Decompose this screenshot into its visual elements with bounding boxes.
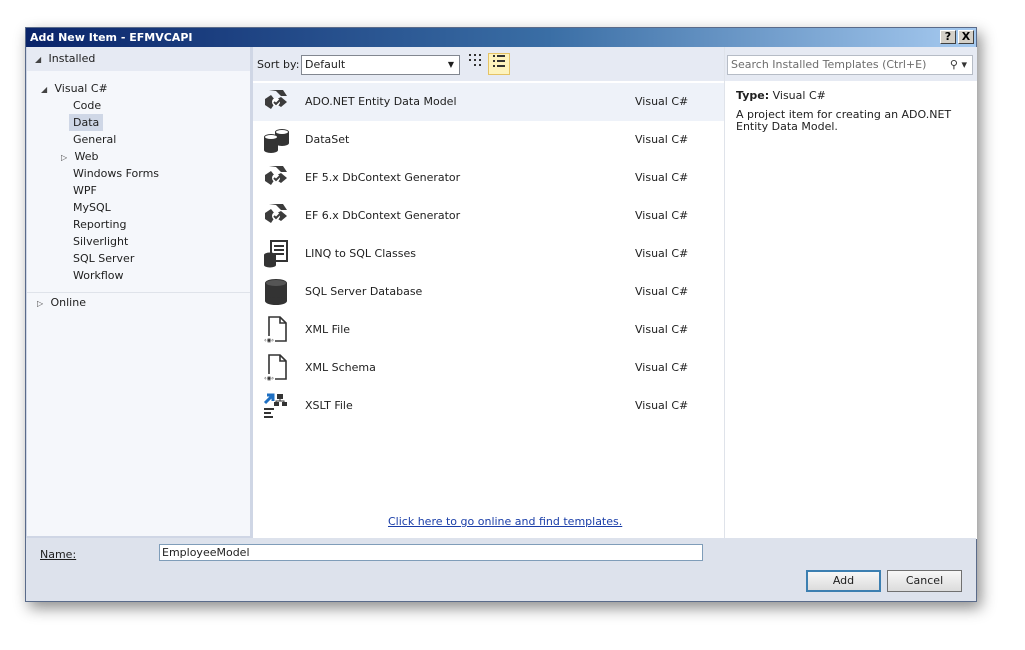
xml-schema-icon: ‹◉› bbox=[263, 354, 287, 382]
template-item-xml-file[interactable]: ‹◉› XML File Visual C# bbox=[253, 311, 724, 349]
template-name: SQL Server Database bbox=[305, 285, 423, 298]
template-language: Visual C# bbox=[635, 133, 689, 146]
search-input[interactable]: Search Installed Templates (Ctrl+E) ⚲ ▾ bbox=[727, 55, 973, 75]
svg-text:‹◉›: ‹◉› bbox=[264, 375, 274, 382]
sort-by-dropdown[interactable]: Default ▼ bbox=[301, 55, 460, 75]
template-name: EF 6.x DbContext Generator bbox=[305, 209, 461, 222]
template-language: Visual C# bbox=[635, 285, 689, 298]
tree-item-visual-csharp[interactable]: ◢ Visual C# bbox=[41, 80, 108, 97]
template-name: EF 5.x DbContext Generator bbox=[305, 171, 461, 184]
template-item-xslt-file[interactable]: XSLT File Visual C# bbox=[253, 387, 724, 425]
tree-item-web[interactable]: ▷ Web bbox=[61, 148, 98, 165]
template-item-sql-server-database[interactable]: SQL Server Database Visual C# bbox=[253, 273, 724, 311]
template-name: XML Schema bbox=[305, 361, 376, 374]
tree-item-reporting[interactable]: Reporting bbox=[73, 216, 126, 233]
template-language: Visual C# bbox=[635, 399, 689, 412]
tree-item-sql-server[interactable]: SQL Server bbox=[73, 250, 134, 267]
tree-item-wpf[interactable]: WPF bbox=[73, 182, 97, 199]
svg-text:‹◉›: ‹◉› bbox=[264, 337, 274, 344]
templates-list-pane: Sort by: Default ▼ ADO.NET Entity Data M… bbox=[253, 47, 724, 539]
grid-view-icon bbox=[469, 54, 481, 66]
tree-item-code[interactable]: Code bbox=[73, 97, 101, 114]
tree-item-windows-forms[interactable]: Windows Forms bbox=[73, 165, 159, 182]
dataset-icon bbox=[264, 129, 289, 153]
template-name: XML File bbox=[305, 323, 351, 336]
xml-file-icon: ‹◉› bbox=[263, 316, 287, 344]
tree-item-label: Visual C# bbox=[54, 82, 108, 95]
installed-header[interactable]: ◢ Installed bbox=[27, 47, 250, 71]
tree-item-label: Online bbox=[50, 296, 86, 309]
chevron-down-icon: ▼ bbox=[447, 60, 454, 69]
add-new-item-dialog: Add New Item - EFMVCAPI ? X ◢ Installed … bbox=[25, 27, 977, 602]
expand-triangle-icon[interactable]: ▷ bbox=[37, 295, 47, 312]
name-field[interactable]: EmployeeModel bbox=[159, 544, 703, 561]
template-item-ef5-dbcontext-generator[interactable]: EF 5.x DbContext Generator Visual C# bbox=[253, 159, 724, 197]
online-templates-link[interactable]: Click here to go online and find templat… bbox=[388, 515, 622, 528]
collapse-triangle-icon: ◢ bbox=[41, 85, 48, 94]
template-name: XSLT File bbox=[305, 399, 353, 412]
templates-toolbar: Sort by: Default ▼ bbox=[253, 47, 724, 81]
tree-item-workflow[interactable]: Workflow bbox=[73, 267, 124, 284]
sort-by-value: Default bbox=[305, 58, 346, 71]
tree-item-silverlight[interactable]: Silverlight bbox=[73, 233, 128, 250]
type-label: Type: bbox=[736, 89, 770, 102]
xslt-file-icon bbox=[263, 393, 287, 418]
template-categories-pane: ◢ Installed ◢ Visual C# Code Data Genera… bbox=[27, 47, 250, 536]
list-view-icon bbox=[493, 55, 505, 67]
template-name: LINQ to SQL Classes bbox=[305, 247, 416, 260]
add-button[interactable]: Add bbox=[806, 570, 881, 592]
divider bbox=[27, 292, 250, 293]
template-item-ef6-dbcontext-generator[interactable]: EF 6.x DbContext Generator Visual C# bbox=[253, 197, 724, 235]
small-icons-view-button[interactable] bbox=[464, 53, 486, 75]
footer-bar: Name: EmployeeModel Add Cancel bbox=[26, 538, 976, 601]
tree-item-data[interactable]: Data bbox=[69, 114, 104, 131]
template-description: A project item for creating an ADO.NET E… bbox=[736, 108, 952, 133]
template-language: Visual C# bbox=[635, 323, 689, 336]
template-details-pane: Search Installed Templates (Ctrl+E) ⚲ ▾ … bbox=[724, 47, 977, 539]
template-language: Visual C# bbox=[635, 171, 689, 184]
window-title: Add New Item - EFMVCAPI bbox=[30, 31, 193, 44]
cancel-button[interactable]: Cancel bbox=[887, 570, 962, 592]
template-item-dataset[interactable]: DataSet Visual C# bbox=[253, 121, 724, 159]
template-language: Visual C# bbox=[635, 247, 689, 260]
details-view-button[interactable] bbox=[488, 53, 510, 75]
type-value: Visual C# bbox=[772, 89, 826, 102]
search-placeholder: Search Installed Templates (Ctrl+E) bbox=[731, 58, 927, 71]
dbcontext-generator-icon bbox=[265, 166, 287, 185]
type-line: Type: Visual C# bbox=[736, 89, 826, 102]
title-bar[interactable]: Add New Item - EFMVCAPI ? X bbox=[26, 28, 976, 47]
template-item-linq-to-sql-classes[interactable]: LINQ to SQL Classes Visual C# bbox=[253, 235, 724, 273]
name-label: Name: bbox=[40, 548, 77, 561]
tree-item-mysql[interactable]: MySQL bbox=[73, 199, 111, 216]
dbcontext-generator-icon bbox=[265, 204, 287, 223]
template-language: Visual C# bbox=[635, 209, 689, 222]
search-icon[interactable]: ⚲ ▾ bbox=[950, 56, 967, 74]
installed-label: Installed bbox=[48, 52, 96, 65]
tree-item-label: Web bbox=[74, 150, 99, 163]
expand-triangle-icon[interactable]: ▷ bbox=[61, 149, 71, 166]
sort-by-label: Sort by: bbox=[257, 58, 300, 71]
template-name: ADO.NET Entity Data Model bbox=[305, 95, 457, 108]
template-name: DataSet bbox=[305, 133, 350, 146]
tree-item-general[interactable]: General bbox=[73, 131, 116, 148]
collapse-triangle-icon: ◢ bbox=[35, 55, 42, 64]
database-icon bbox=[265, 279, 287, 305]
tree-item-online[interactable]: ▷ Online bbox=[37, 294, 86, 311]
linq-to-sql-icon bbox=[264, 240, 288, 268]
close-button[interactable]: X bbox=[958, 30, 974, 44]
entity-model-icon bbox=[265, 90, 287, 109]
search-toolbar: Search Installed Templates (Ctrl+E) ⚲ ▾ bbox=[725, 47, 977, 81]
template-language: Visual C# bbox=[635, 95, 689, 108]
template-language: Visual C# bbox=[635, 361, 689, 374]
help-button[interactable]: ? bbox=[940, 30, 956, 44]
template-item-ado-net-entity-data-model[interactable]: ADO.NET Entity Data Model Visual C# bbox=[253, 83, 724, 121]
template-item-xml-schema[interactable]: ‹◉› XML Schema Visual C# bbox=[253, 349, 724, 387]
